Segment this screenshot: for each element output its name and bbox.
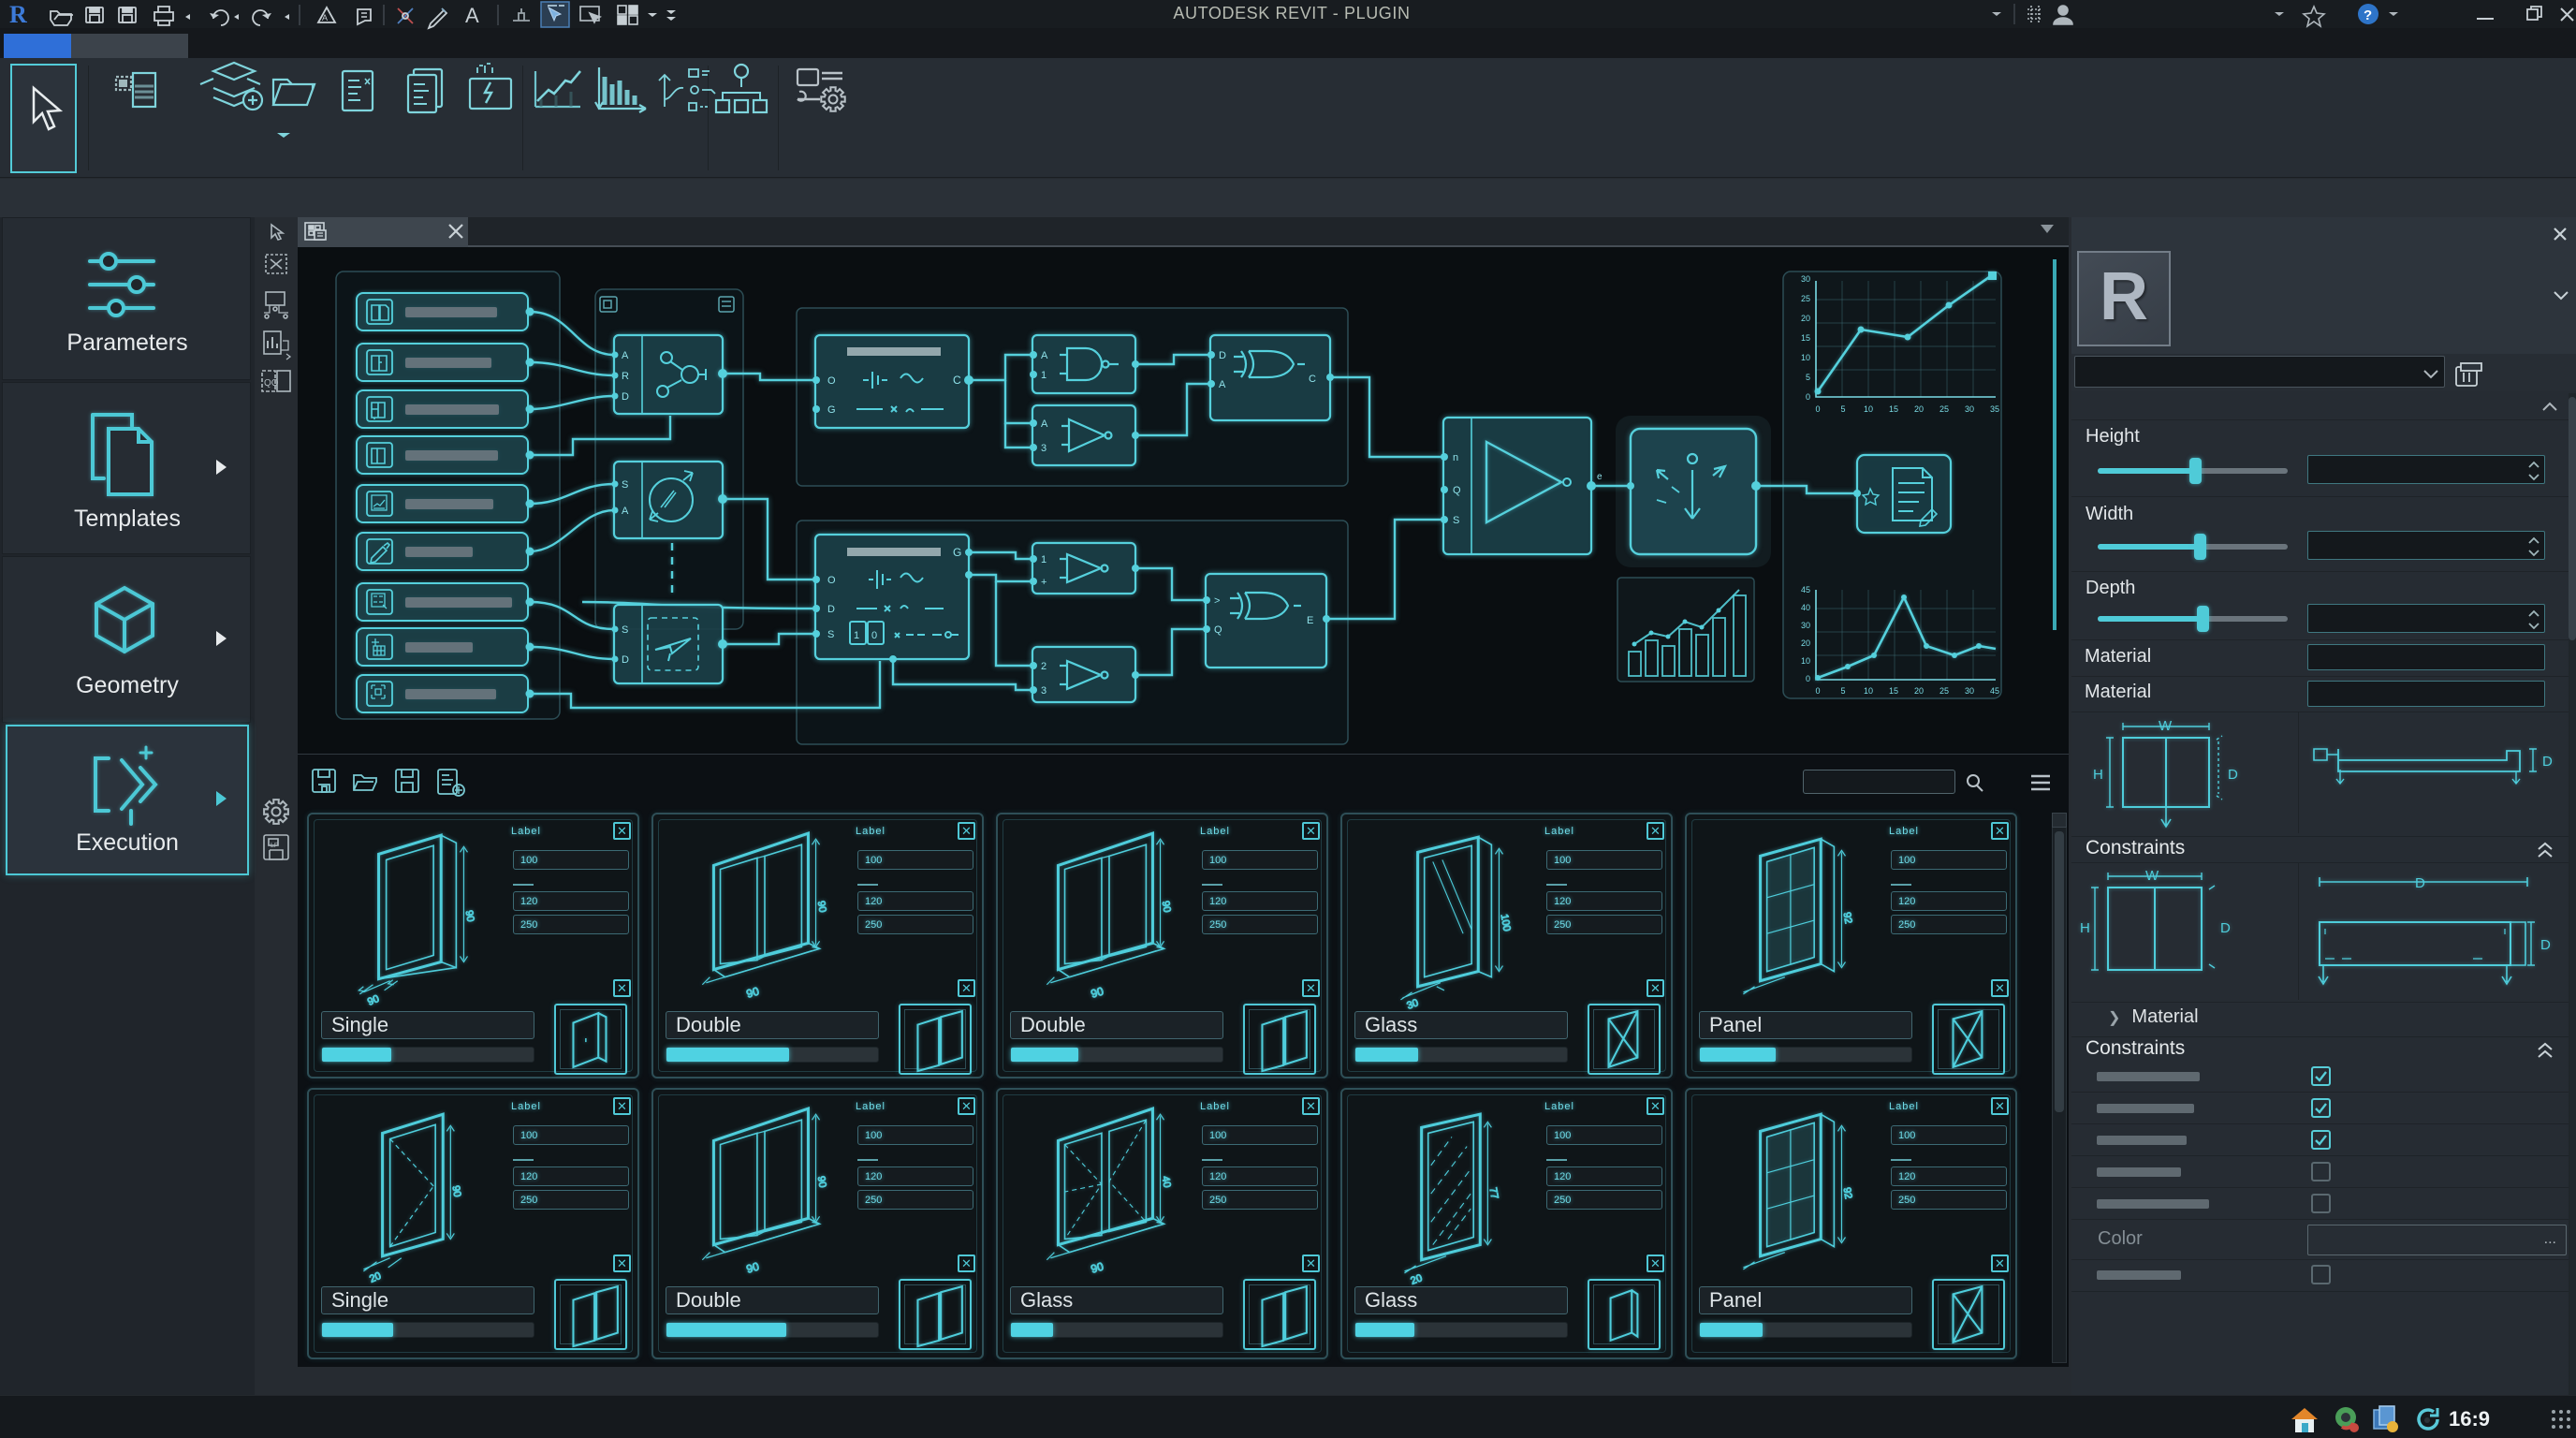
svg-text:D: D	[2228, 767, 2238, 783]
svg-text:30: 30	[1801, 621, 1810, 630]
svg-text:16:9: 16:9	[2449, 1407, 2490, 1431]
svg-text:G: G	[827, 404, 836, 416]
svg-text:D: D	[2542, 754, 2553, 770]
svg-text:1: 1	[1041, 554, 1046, 565]
svg-text:?: ?	[2364, 7, 2372, 23]
svg-text:A: A	[1041, 350, 1048, 361]
svg-text:C: C	[1309, 374, 1316, 385]
svg-text:E: E	[1307, 615, 1313, 626]
svg-text:5: 5	[1840, 686, 1845, 696]
svg-text:e: e	[1597, 472, 1603, 482]
svg-text:G: G	[953, 546, 961, 559]
svg-text:10: 10	[1801, 656, 1810, 666]
svg-text:A: A	[622, 350, 629, 361]
svg-text:0: 0	[1806, 674, 1810, 683]
svg-text:3: 3	[1041, 685, 1046, 697]
svg-text:S: S	[827, 629, 834, 640]
svg-text:D: D	[622, 654, 629, 666]
svg-text:20: 20	[1801, 314, 1810, 323]
svg-text:30: 30	[1801, 274, 1810, 284]
svg-text:40: 40	[1801, 603, 1810, 612]
svg-text:A: A	[322, 13, 328, 22]
svg-text:0: 0	[1815, 404, 1820, 414]
svg-text:25: 25	[1939, 404, 1949, 414]
svg-text:S: S	[1453, 515, 1459, 526]
svg-text:1: 1	[1041, 370, 1046, 381]
svg-text:0: 0	[1815, 686, 1820, 696]
svg-text:3: 3	[1041, 443, 1046, 454]
svg-text:D: D	[2415, 875, 2425, 891]
svg-text:1: 1	[854, 630, 859, 641]
svg-text:20: 20	[1801, 638, 1810, 648]
svg-text:A: A	[465, 4, 479, 27]
svg-text:D: D	[2220, 920, 2231, 936]
svg-text:QO: QO	[264, 378, 279, 389]
svg-text:5: 5	[1840, 404, 1845, 414]
svg-text:H: H	[2080, 920, 2090, 936]
svg-text:10: 10	[1801, 353, 1810, 362]
svg-text:10: 10	[1864, 686, 1873, 696]
svg-text:5: 5	[1806, 373, 1810, 382]
svg-text:10: 10	[1864, 404, 1873, 414]
svg-text:25: 25	[1801, 294, 1810, 303]
svg-text:O: O	[827, 375, 836, 387]
svg-text:20: 20	[1914, 686, 1924, 696]
svg-text:2: 2	[1041, 661, 1046, 672]
svg-text:A: A	[1041, 418, 1048, 430]
svg-text:D: D	[622, 391, 629, 403]
svg-text:15: 15	[1801, 333, 1810, 343]
svg-text:S: S	[622, 479, 628, 491]
svg-text:W: W	[2159, 718, 2173, 734]
svg-text:30: 30	[1965, 404, 1974, 414]
svg-text:Q: Q	[1453, 485, 1461, 496]
svg-text:D: D	[2540, 937, 2551, 953]
svg-text:R: R	[622, 371, 629, 382]
svg-text:35: 35	[1990, 404, 1999, 414]
svg-text:45: 45	[1801, 585, 1810, 594]
svg-text:A: A	[622, 506, 629, 517]
svg-text:R: R	[9, 1, 27, 28]
svg-text:15: 15	[1889, 404, 1898, 414]
svg-text:W: W	[2145, 868, 2159, 884]
svg-text:H: H	[2093, 767, 2103, 783]
svg-text:A: A	[1219, 379, 1226, 390]
svg-text:C: C	[953, 374, 961, 387]
svg-text:45: 45	[1990, 686, 1999, 696]
svg-text:S: S	[622, 624, 628, 636]
svg-text:O: O	[827, 575, 836, 586]
svg-text:30: 30	[1965, 686, 1974, 696]
svg-text:D: D	[1219, 350, 1226, 361]
svg-text:LP: LP	[271, 843, 279, 849]
svg-text:25: 25	[1939, 686, 1949, 696]
svg-text:0: 0	[1806, 392, 1810, 402]
svg-text:>: >	[1214, 595, 1220, 607]
svg-text:0: 0	[871, 630, 877, 641]
svg-text:Q: Q	[1214, 624, 1222, 636]
svg-text:+: +	[1041, 577, 1046, 588]
svg-text:n: n	[1453, 452, 1458, 463]
svg-text:15: 15	[1889, 686, 1898, 696]
svg-text:D: D	[827, 604, 835, 615]
svg-text:20: 20	[1914, 404, 1924, 414]
